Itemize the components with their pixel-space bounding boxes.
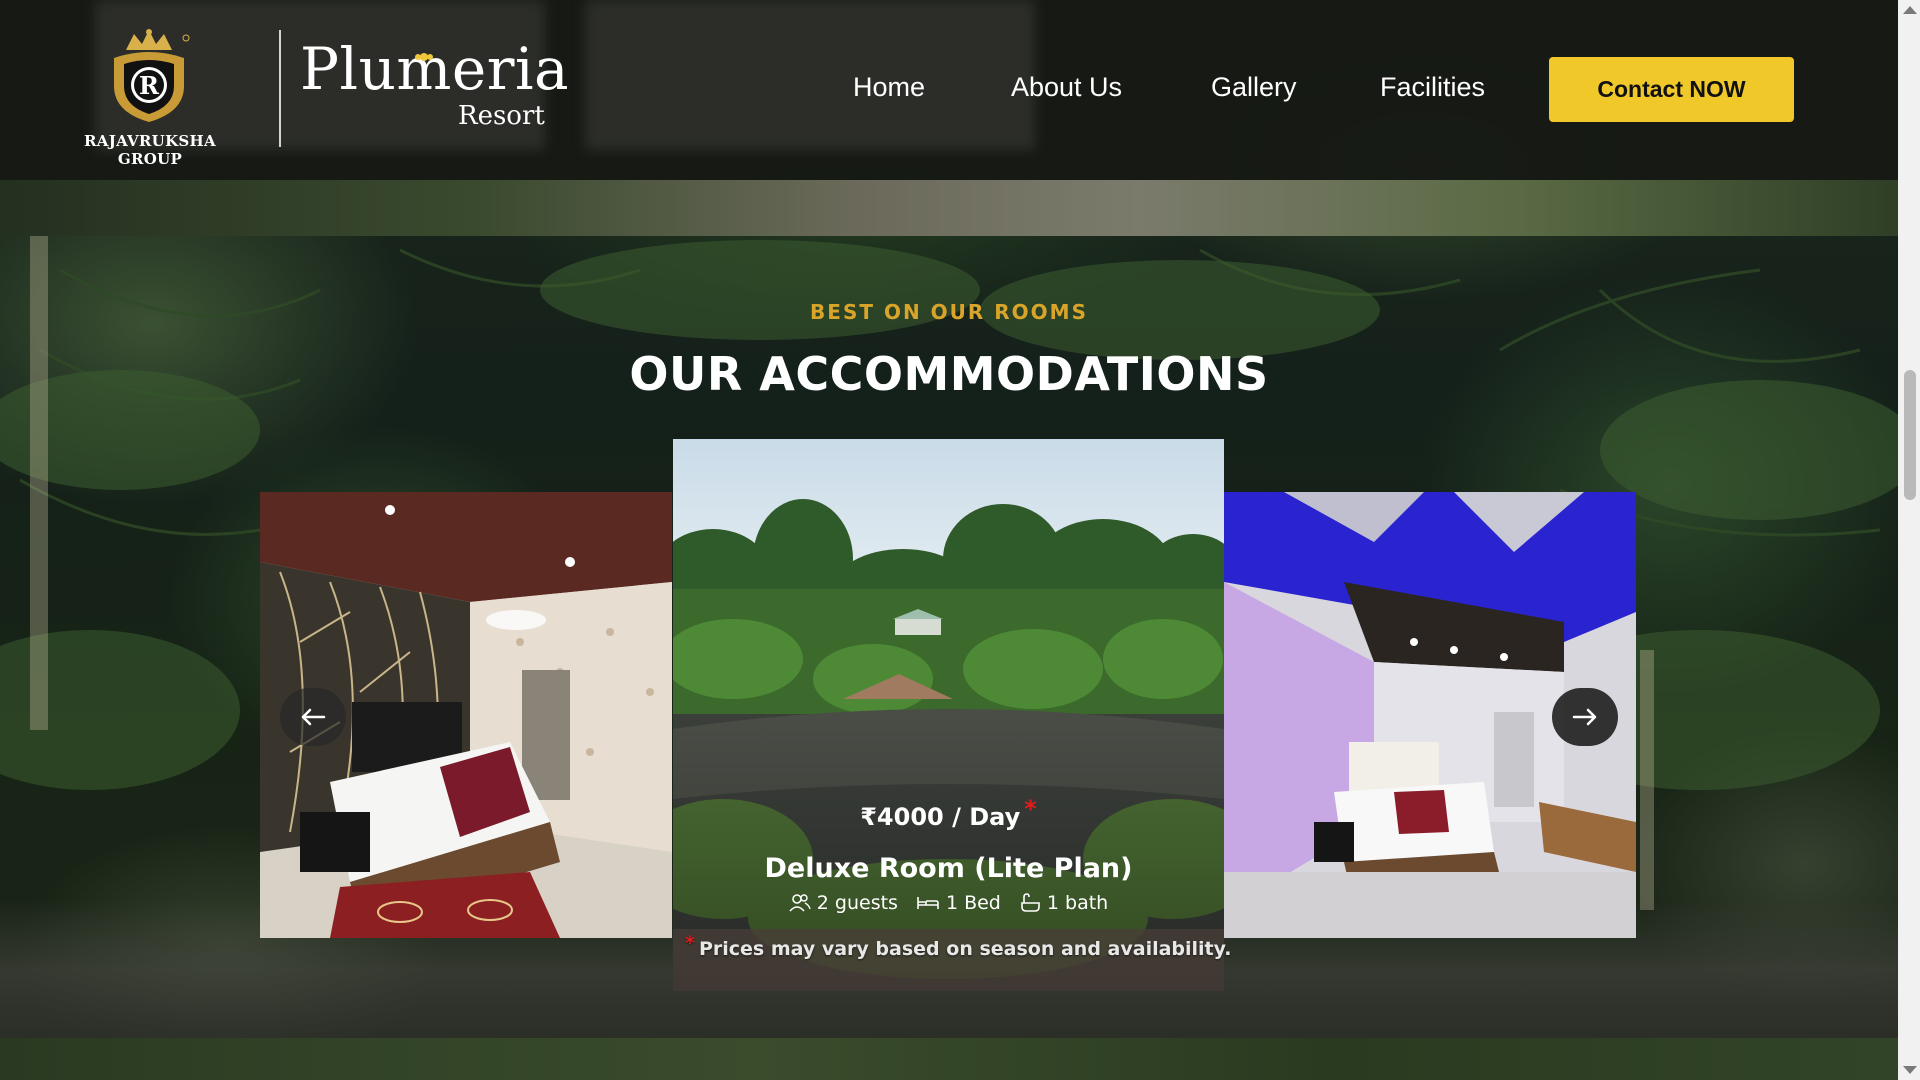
page-scrollbar-thumb[interactable] <box>1904 370 1916 500</box>
scroll-down-arrow-icon[interactable] <box>1903 1066 1917 1074</box>
nav-home[interactable]: Home <box>853 72 925 103</box>
bath-count: 1 bath <box>1046 892 1109 914</box>
arrow-right-icon <box>1572 708 1597 726</box>
background-bottom-strip <box>0 1038 1898 1080</box>
bath-icon <box>1021 893 1040 912</box>
brand-name[interactable]: Plumeria <box>300 40 569 98</box>
guests-count: 2 guests <box>816 892 898 914</box>
room-amenities: 2 guests 1 Bed 1 bath <box>673 892 1224 914</box>
disclaimer-text: Prices may vary based on season and avai… <box>698 938 1232 960</box>
carousel-next-button[interactable] <box>1552 688 1618 746</box>
nav-facilities[interactable]: Facilities <box>1380 72 1485 103</box>
nav-gallery[interactable]: Gallery <box>1211 72 1297 103</box>
page-scrollbar-track[interactable] <box>1898 0 1920 1080</box>
disclaimer-asterisk: * <box>685 932 695 954</box>
arrow-left-icon <box>301 708 326 726</box>
contact-now-button[interactable]: Contact NOW <box>1549 57 1794 122</box>
brand-subtitle: Resort <box>458 101 545 131</box>
svg-text:R: R <box>139 71 160 100</box>
logo-divider <box>279 30 281 147</box>
site-header: R RAJAVRUKSHA GROUP Plumeria Resort Home… <box>0 0 1898 180</box>
bed-icon <box>917 897 939 909</box>
price-asterisk: * <box>1024 795 1037 823</box>
bed-count: 1 Bed <box>945 892 1001 914</box>
scroll-up-arrow-icon[interactable] <box>1903 6 1917 14</box>
rajavruksha-emblem-logo[interactable]: R <box>104 28 194 124</box>
room-price: ₹4000 / Day * <box>673 795 1224 831</box>
section-title: OUR ACCOMMODATIONS <box>629 347 1269 401</box>
amenity-guests: 2 guests <box>789 892 898 914</box>
flower-icon <box>415 53 433 61</box>
amenity-bath: 1 bath <box>1019 892 1108 914</box>
carousel-prev-button[interactable] <box>280 688 346 746</box>
section-eyebrow: BEST ON OUR ROOMS <box>810 300 1088 324</box>
nav-about-us[interactable]: About Us <box>1011 72 1122 103</box>
room-name: Deluxe Room (Lite Plan) <box>764 853 1133 884</box>
amenity-bed: 1 Bed <box>916 892 1001 914</box>
room-price-value: ₹4000 / Day <box>860 803 1021 831</box>
background-pathway-strip <box>0 180 1898 236</box>
price-disclaimer: * Prices may vary based on season and ava… <box>685 932 1232 960</box>
group-name: RAJAVRUKSHA GROUP <box>84 132 216 168</box>
guests-icon <box>789 894 811 912</box>
